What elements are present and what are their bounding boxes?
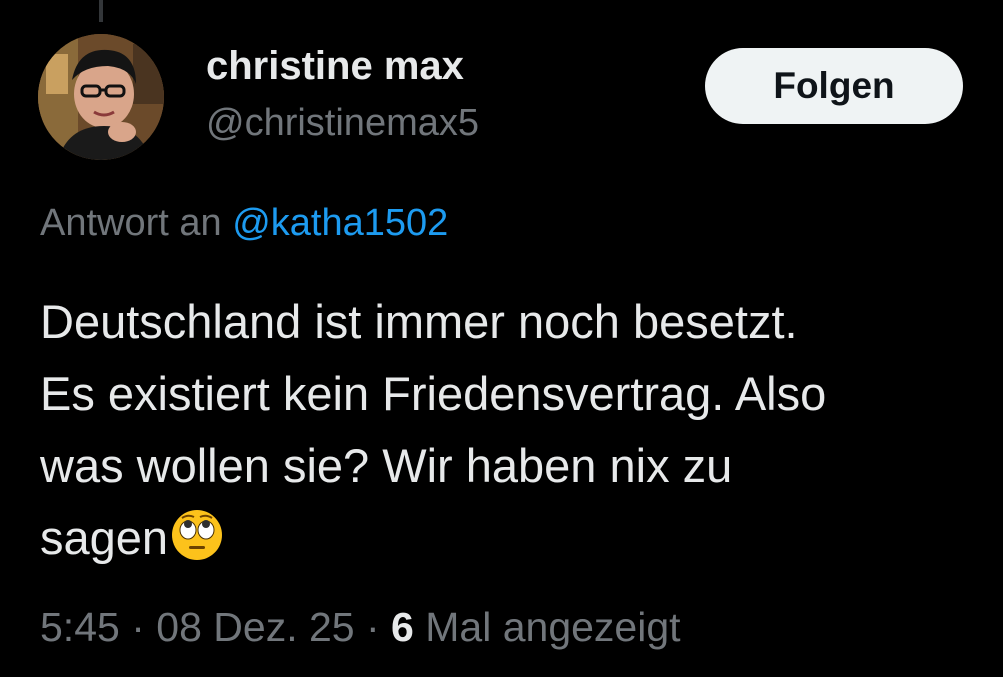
tweet-time[interactable]: 5:45 bbox=[40, 604, 120, 650]
avatar-image bbox=[38, 34, 164, 160]
meta-separator: · bbox=[365, 604, 380, 650]
author-handle[interactable]: @christinemax5 bbox=[206, 100, 479, 146]
tweet-text-word: sagen bbox=[40, 511, 169, 564]
tweet-text: Deutschland ist immer noch besetzt. Es e… bbox=[40, 286, 1003, 574]
face-with-rolling-eyes-icon bbox=[172, 510, 223, 560]
reply-prefix: Antwort an bbox=[40, 202, 222, 244]
tweet-text-line: was wollen sie? Wir haben nix zu bbox=[40, 439, 733, 492]
tweet-text-line-last: sagen bbox=[40, 502, 1003, 574]
views-label[interactable]: Mal angezeigt bbox=[425, 604, 680, 650]
thread-connector-line bbox=[99, 0, 103, 22]
reply-context: Antwort an @katha1502 bbox=[40, 198, 448, 248]
tweet-meta: 5:45 · 08 Dez. 25 · 6 Mal angezeigt bbox=[40, 600, 681, 654]
tweet-text-line: Deutschland ist immer noch besetzt. bbox=[40, 295, 798, 348]
avatar[interactable] bbox=[38, 34, 164, 160]
tweet-view: christine max @christinemax5 Folgen Antw… bbox=[0, 0, 1003, 677]
views-count[interactable]: 6 bbox=[391, 604, 414, 650]
meta-separator: · bbox=[131, 604, 145, 650]
tweet-text-line: Es existiert kein Friedensvertrag. Also bbox=[40, 367, 827, 420]
author-display-name[interactable]: christine max bbox=[206, 42, 464, 90]
tweet-date[interactable]: 08 Dez. 25 bbox=[156, 604, 354, 650]
follow-button[interactable]: Folgen bbox=[705, 48, 963, 124]
reply-mention-link[interactable]: @katha1502 bbox=[232, 202, 448, 244]
